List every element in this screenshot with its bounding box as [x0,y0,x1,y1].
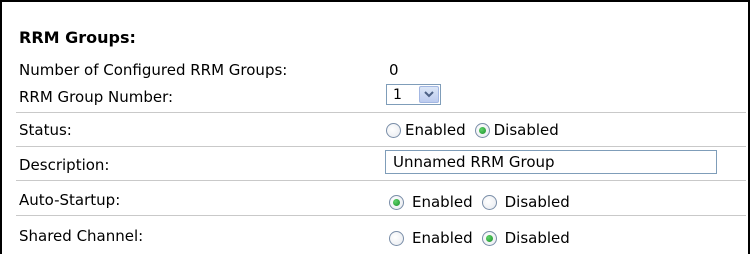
row-separator [16,146,746,147]
row-separator [16,180,746,181]
chevron-down-icon[interactable] [419,86,439,103]
radio-selected-dot [393,198,400,206]
auto-startup-enabled-label: Enabled [412,193,473,211]
auto-startup-radio-group: Enabled Disabled [389,193,570,211]
status-disabled-radio[interactable] [474,122,490,138]
group-number-label: RRM Group Number: [19,88,174,106]
auto-startup-enabled-radio[interactable] [389,194,404,210]
status-disabled-label: Disabled [493,121,559,139]
radio-selected-dot [485,234,493,242]
description-input[interactable]: Unnamed RRM Group [385,150,717,174]
description-label: Description: [19,156,110,174]
shared-channel-enabled-label: Enabled [412,229,473,247]
shared-channel-radio-group: Enabled Disabled [389,229,570,247]
shared-channel-label: Shared Channel: [19,227,144,245]
auto-startup-disabled-label: Disabled [504,193,570,211]
section-title: RRM Groups: [19,28,136,47]
status-radio-group: Enabled Disabled [386,121,559,139]
group-number-select[interactable]: 1 [386,84,441,105]
num-groups-value: 0 [389,61,399,79]
status-enabled-radio[interactable] [386,122,401,138]
status-enabled-label: Enabled [405,121,466,139]
row-separator [16,215,746,216]
shared-channel-enabled-radio[interactable] [389,230,404,246]
num-groups-label: Number of Configured RRM Groups: [19,61,288,79]
group-number-selected: 1 [393,86,402,103]
status-label: Status: [19,121,72,139]
shared-channel-disabled-radio[interactable] [481,230,497,246]
auto-startup-label: Auto-Startup: [19,191,121,209]
auto-startup-disabled-radio[interactable] [481,194,497,210]
shared-channel-disabled-label: Disabled [504,229,570,247]
row-separator [16,112,746,113]
radio-selected-dot [478,126,486,134]
